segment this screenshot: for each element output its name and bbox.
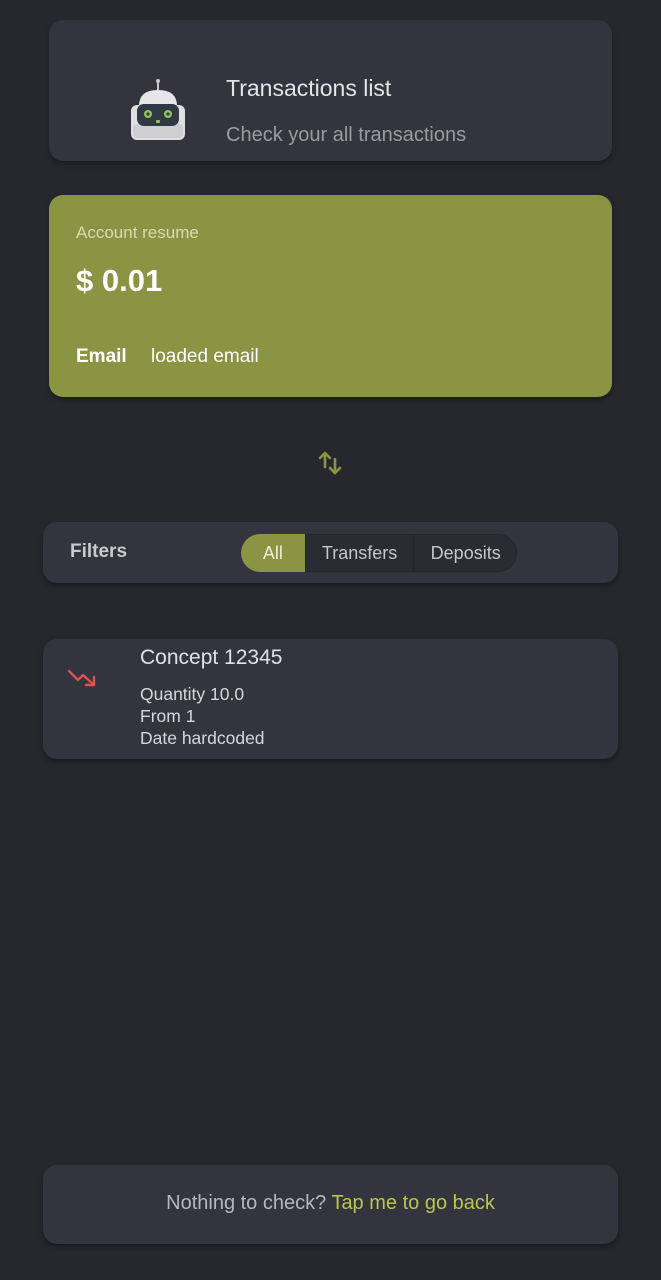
header-card: Transactions list Check your all transac…	[49, 20, 612, 161]
go-back-text: Nothing to check? Tap me to go back	[43, 1192, 618, 1215]
trending-down-icon	[67, 669, 96, 687]
filter-transfers-button[interactable]: Transfers	[304, 534, 414, 572]
account-resume-card: Account resume $ 0.01 Email loaded email	[49, 195, 612, 397]
transaction-item[interactable]: Concept 12345 Quantity 10.0 From 1 Date …	[43, 639, 618, 759]
swap-vertical-icon[interactable]	[317, 449, 343, 477]
filter-all-button[interactable]: All	[241, 534, 305, 572]
filter-segmented-control: All Transfers Deposits	[241, 534, 517, 572]
account-balance: $ 0.01	[76, 263, 163, 298]
transaction-from: From 1	[140, 706, 196, 726]
robot-icon	[131, 79, 185, 140]
go-back-card[interactable]: Nothing to check? Tap me to go back	[43, 1165, 618, 1244]
transaction-date: Date hardcoded	[140, 728, 265, 748]
email-label: Email	[76, 346, 127, 367]
page-subtitle: Check your all transactions	[226, 124, 467, 146]
go-back-link[interactable]: Tap me to go back	[331, 1192, 494, 1214]
transaction-quantity: Quantity 10.0	[140, 684, 245, 704]
transaction-title: Concept 12345	[140, 646, 283, 669]
go-back-prefix: Nothing to check?	[166, 1192, 327, 1214]
page-title: Transactions list	[226, 75, 392, 101]
email-value: loaded email	[151, 346, 259, 367]
account-resume-label: Account resume	[76, 223, 199, 242]
filter-deposits-button[interactable]: Deposits	[413, 534, 517, 572]
filters-card: Filters All Transfers Deposits	[43, 522, 618, 583]
filters-label: Filters	[70, 541, 128, 562]
